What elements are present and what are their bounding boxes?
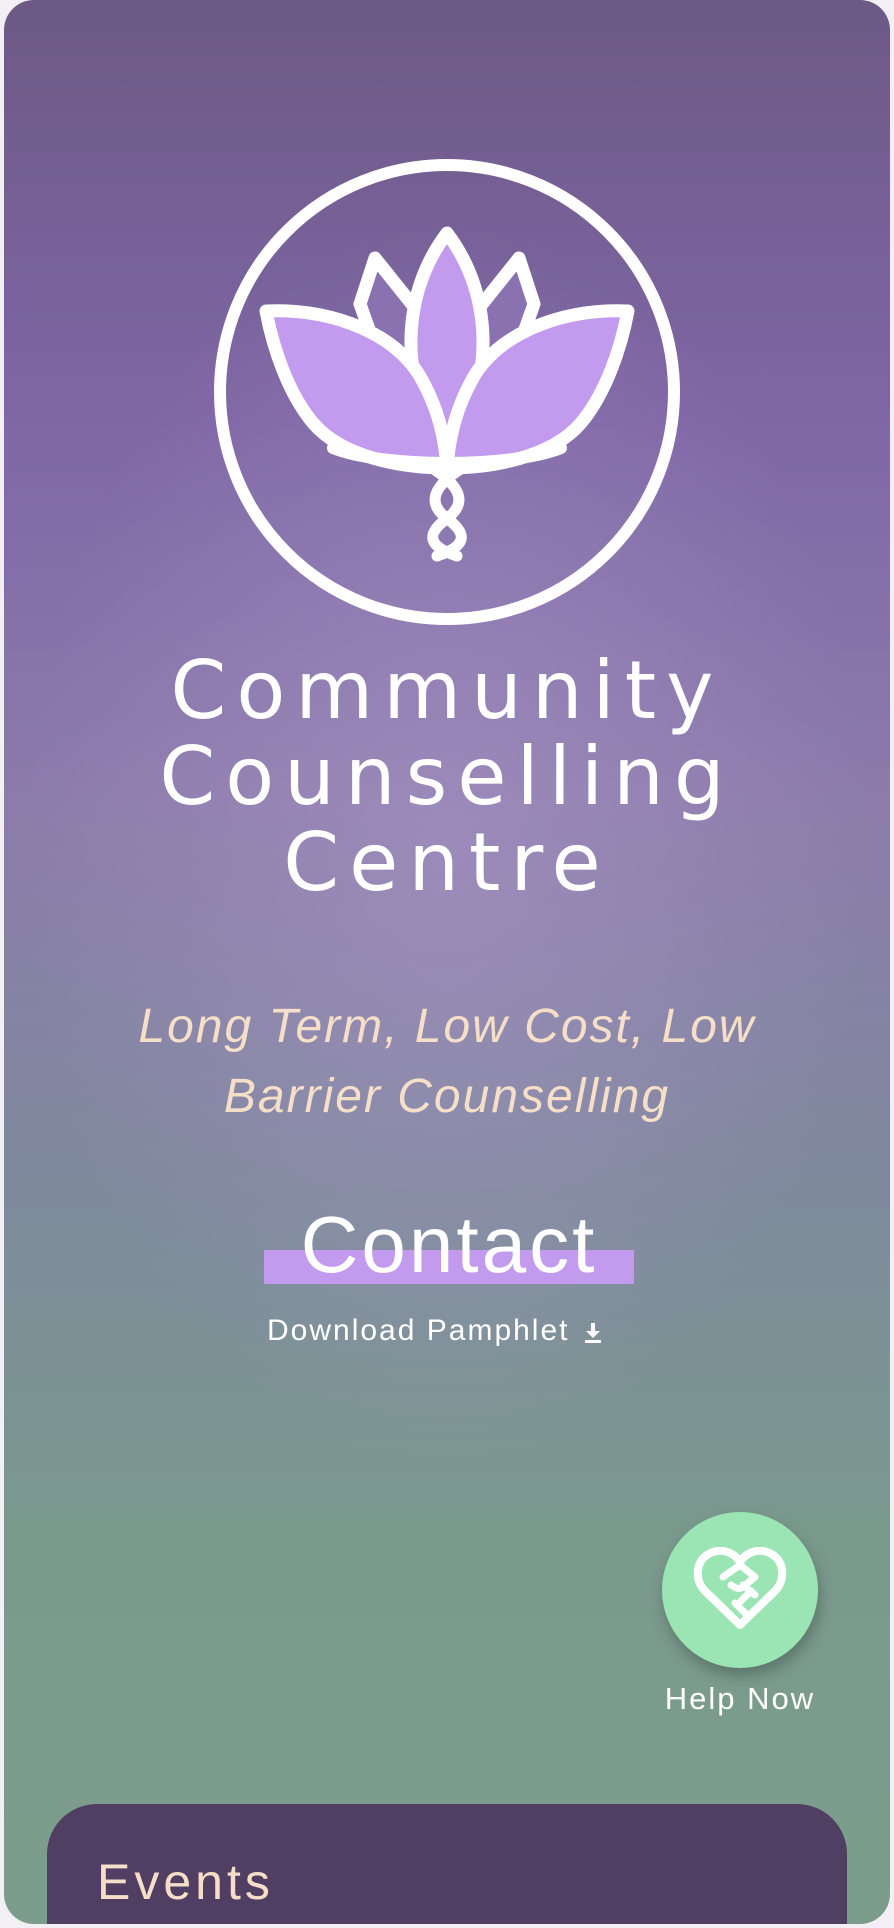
tagline-line-2: Barrier Counselling bbox=[223, 1070, 671, 1123]
download-icon bbox=[584, 1323, 601, 1343]
organization-title: Community Counselling Centre bbox=[4, 648, 890, 906]
download-pamphlet-label: Download Pamphlet bbox=[267, 1314, 570, 1347]
contact-link[interactable]: Contact bbox=[264, 1200, 634, 1290]
app-screen: Community Counselling Centre Long Term, … bbox=[4, 0, 890, 1924]
help-now-button[interactable] bbox=[662, 1512, 818, 1668]
title-line-2: Counselling bbox=[159, 730, 735, 823]
contact-label: Contact bbox=[300, 1200, 598, 1289]
tagline-line-1: Long Term, Low Cost, Low bbox=[138, 1000, 756, 1053]
lotus-logo bbox=[214, 159, 680, 625]
title-line-3: Centre bbox=[283, 816, 611, 909]
events-card: Events bbox=[47, 1804, 847, 1924]
help-now-label: Help Now bbox=[664, 1681, 816, 1716]
events-title: Events bbox=[97, 1854, 274, 1910]
tagline: Long Term, Low Cost, Low Barrier Counsel… bbox=[64, 992, 830, 1132]
heart-handshake-icon bbox=[693, 1547, 787, 1629]
download-pamphlet-link[interactable]: Download Pamphlet bbox=[267, 1311, 602, 1351]
title-line-1: Community bbox=[170, 644, 724, 737]
